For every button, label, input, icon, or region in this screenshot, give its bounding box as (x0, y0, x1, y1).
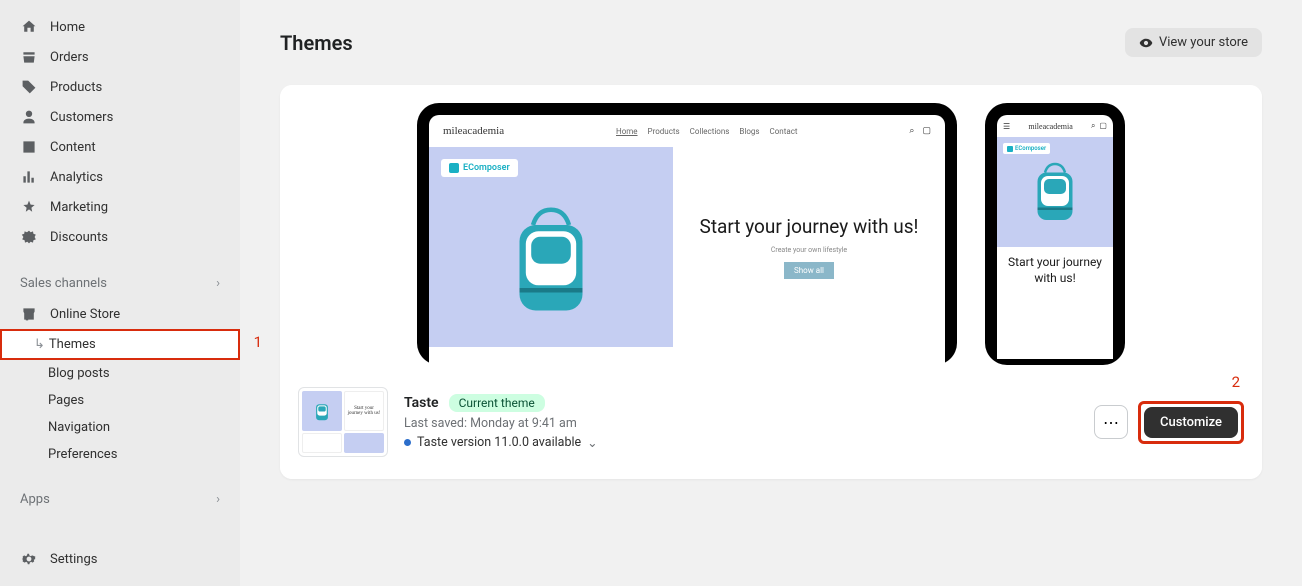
ecomposer-logo-icon (449, 163, 459, 173)
customize-button[interactable]: Customize (1144, 407, 1238, 438)
content-icon (20, 138, 38, 156)
nav-label: Discounts (50, 230, 108, 245)
nav-analytics[interactable]: Analytics (0, 162, 240, 192)
mobile-preview[interactable]: ☰ mileacademia ⌕ ▢ EComposer (985, 103, 1125, 365)
sidebar-item-pages[interactable]: Pages (0, 387, 240, 414)
more-options-button[interactable]: ⋯ (1094, 405, 1128, 439)
theme-info: Taste Current theme Last saved: Monday a… (404, 394, 1078, 451)
sidebar-item-blog-posts[interactable]: Blog posts (0, 360, 240, 387)
search-icon: ⌕ (909, 126, 914, 136)
apps-label: Apps (20, 492, 50, 507)
sub-item-label: Preferences (48, 447, 117, 462)
sidebar-item-preferences[interactable]: Preferences (0, 441, 240, 468)
desktop-preview[interactable]: mileacademia Home Products Collections B… (417, 103, 957, 365)
page-title: Themes (280, 31, 353, 55)
cart-icon: ▢ (1099, 121, 1107, 131)
nav-orders[interactable]: Orders (0, 42, 240, 72)
shop-all-button: Show all (784, 262, 834, 279)
main-content: Themes View your store mileacademia Home… (240, 0, 1302, 586)
nav-label: Analytics (50, 170, 103, 185)
version-text: Taste version 11.0.0 available (417, 435, 581, 450)
nav-customers[interactable]: Customers (0, 102, 240, 132)
marketing-icon (20, 198, 38, 216)
cart-icon: ▢ (922, 126, 931, 136)
ecomposer-badge-mobile: EComposer (1003, 143, 1050, 154)
chevron-right-icon: › (216, 276, 220, 291)
nav-label: Settings (50, 552, 97, 567)
nav-content[interactable]: Content (0, 132, 240, 162)
discounts-icon (20, 228, 38, 246)
last-saved-text: Last saved: Monday at 9:41 am (404, 416, 1078, 431)
page-header: Themes View your store (280, 28, 1262, 57)
nav-label: Customers (50, 110, 113, 125)
person-icon (20, 108, 38, 126)
customize-highlight: Customize (1138, 401, 1244, 444)
site-nav: Home Products Collections Blogs Contact (616, 127, 798, 136)
eye-icon (1139, 36, 1153, 50)
sub-item-label: Pages (48, 393, 84, 408)
corner-arrow-icon: ↳ (34, 337, 45, 352)
backpack-image (506, 201, 596, 321)
update-dot-icon (404, 439, 411, 446)
nav-label: Content (50, 140, 96, 155)
theme-thumbnail: Start yourjourney with us! (298, 387, 388, 457)
nav-label: Online Store (50, 307, 120, 322)
view-your-store-button[interactable]: View your store (1125, 28, 1262, 57)
menu-icon: ☰ (1003, 122, 1010, 131)
search-icon: ⌕ (1091, 121, 1095, 131)
nav-home[interactable]: Home (0, 12, 240, 42)
sidebar-item-themes[interactable]: ↳ Themes (0, 329, 240, 360)
theme-actions: 2 ⋯ Customize (1094, 401, 1244, 444)
nav-products[interactable]: Products (0, 72, 240, 102)
theme-preview-area: mileacademia Home Products Collections B… (280, 85, 1262, 365)
apps-header[interactable]: Apps › (0, 484, 240, 515)
chevron-down-icon: ⌄ (587, 435, 597, 451)
theme-bar: Start yourjourney with us! Taste Current… (280, 365, 1262, 479)
sub-item-label: Navigation (48, 420, 110, 435)
nav-marketing[interactable]: Marketing (0, 192, 240, 222)
sidebar-item-navigation[interactable]: Navigation (0, 414, 240, 441)
hero-title-mobile: Start your journey with us! (1003, 255, 1107, 286)
backpack-image-mobile (1030, 160, 1080, 225)
sub-item-label: Themes (49, 337, 96, 352)
nav-discounts[interactable]: Discounts (0, 222, 240, 252)
sub-item-label: Blog posts (48, 366, 110, 381)
nav-label: Products (50, 80, 102, 95)
theme-name: Taste (404, 395, 439, 411)
sales-channels-header[interactable]: Sales channels › (0, 268, 240, 299)
orders-icon (20, 48, 38, 66)
nav-online-store[interactable]: Online Store (0, 299, 240, 329)
home-icon (20, 18, 38, 36)
annotation-1: 1 (254, 333, 262, 351)
site-brand: mileacademia (443, 125, 504, 137)
nav-label: Home (50, 20, 85, 35)
more-icon: ⋯ (1103, 413, 1119, 432)
nav-label: Orders (50, 50, 89, 65)
hero-title: Start your journey with us! (700, 215, 919, 239)
sales-channels-label: Sales channels (20, 276, 107, 291)
tag-icon (20, 78, 38, 96)
nav-settings[interactable]: Settings (0, 544, 240, 574)
theme-card: mileacademia Home Products Collections B… (280, 85, 1262, 479)
site-brand-mobile: mileacademia (1028, 122, 1072, 131)
annotation-2: 2 (1232, 373, 1240, 391)
view-store-label: View your store (1159, 35, 1248, 50)
current-theme-badge: Current theme (449, 394, 545, 412)
hero-subtitle: Create your own lifestyle (771, 246, 847, 254)
sidebar: Home Orders Products Customers Content A… (0, 0, 240, 586)
ecomposer-badge: EComposer (441, 159, 518, 177)
analytics-icon (20, 168, 38, 186)
nav-label: Marketing (50, 200, 108, 215)
gear-icon (20, 550, 38, 568)
version-available[interactable]: Taste version 11.0.0 available ⌄ (404, 435, 1078, 451)
chevron-right-icon: › (216, 492, 220, 507)
store-icon (20, 305, 38, 323)
